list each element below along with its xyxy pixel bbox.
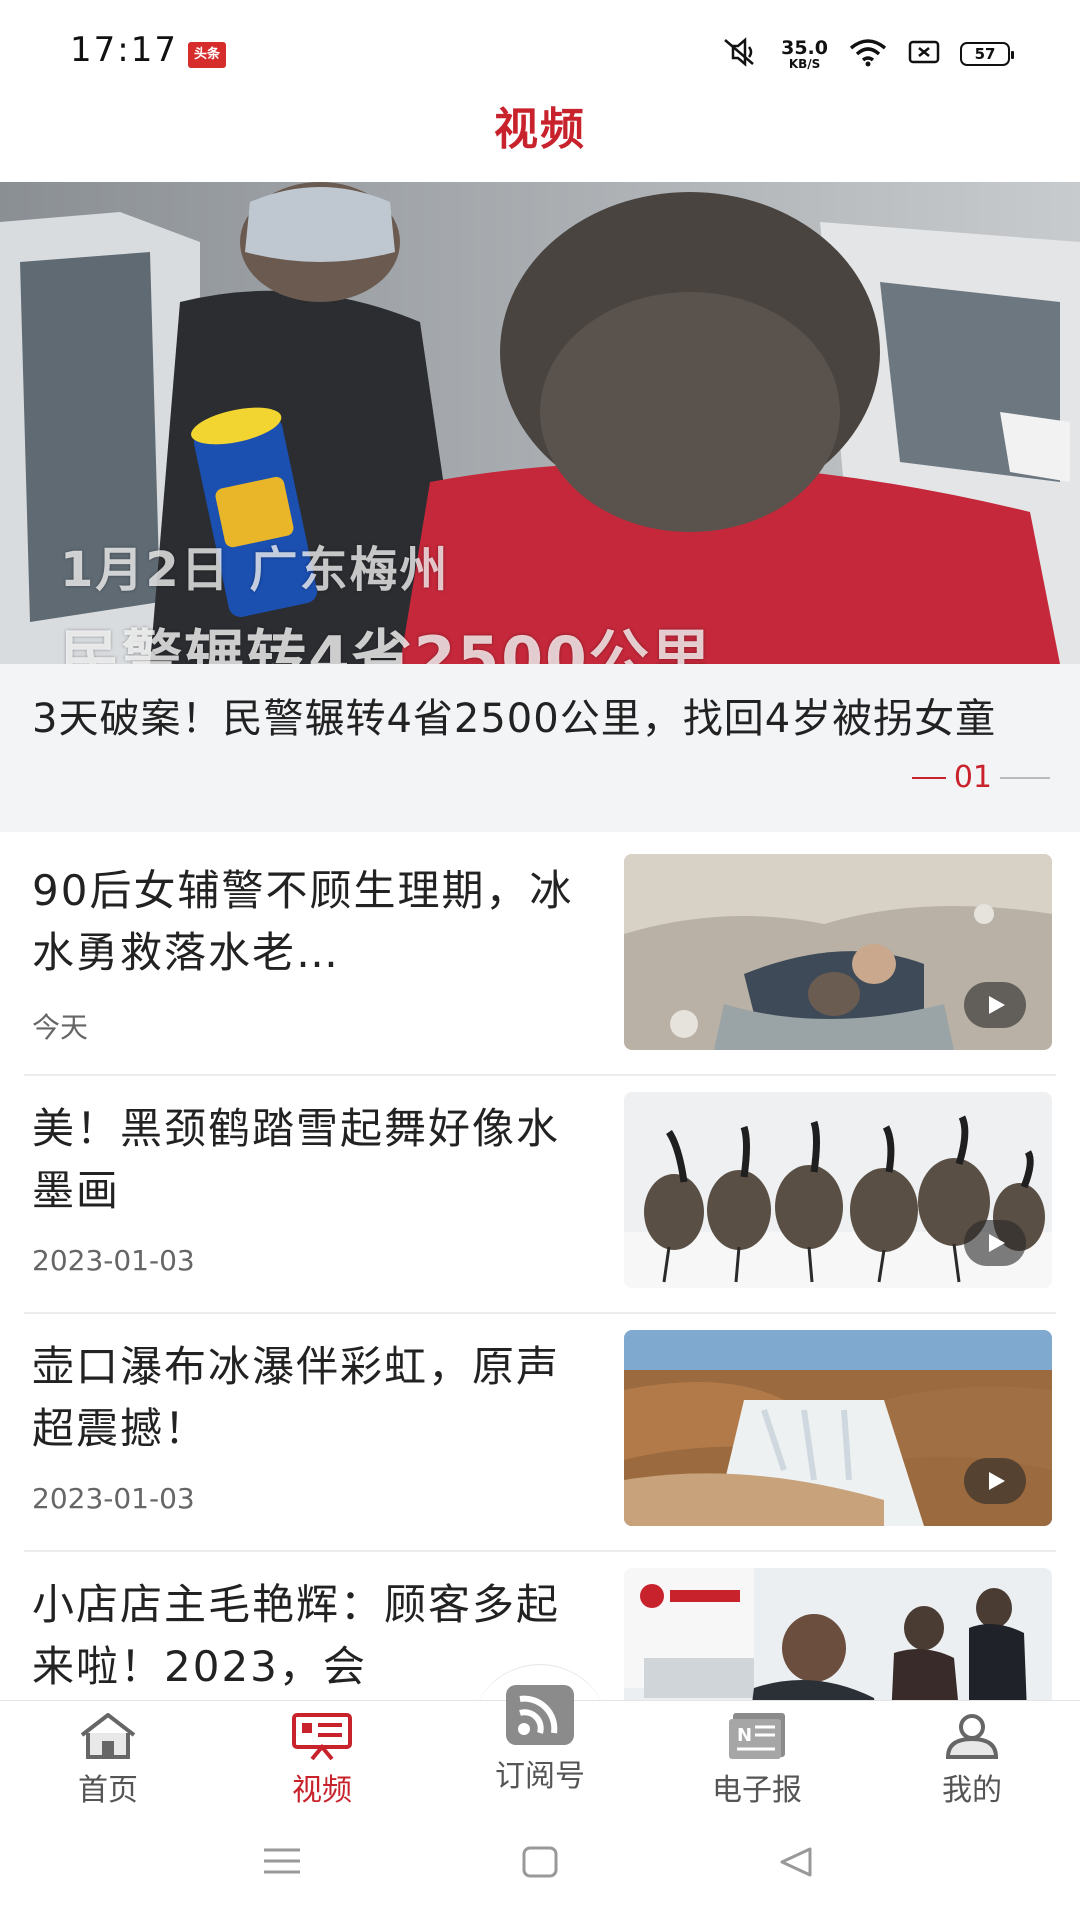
mute-icon	[721, 36, 761, 72]
page-header: 视频	[0, 100, 1080, 182]
play-icon[interactable]	[964, 1220, 1026, 1266]
carousel-index-number: 01	[953, 760, 992, 795]
nav-label: 首页	[78, 1773, 138, 1808]
play-icon[interactable]	[964, 1458, 1026, 1504]
news-title[interactable]: 美！黑颈鹤踏雪起舞好像水墨画	[32, 1098, 592, 1222]
nav-item-subscriptions[interactable]: 订阅号	[465, 1683, 615, 1795]
app-notification-badge: 头条	[188, 42, 226, 68]
featured-carousel-index: 01	[911, 760, 1050, 795]
battery-icon: 57	[960, 42, 1014, 66]
nav-item-video[interactable]: 视频	[247, 1711, 397, 1809]
news-date: 2023-01-03	[32, 1482, 195, 1515]
nav-label: 我的	[942, 1773, 1002, 1808]
system-nav-bar	[0, 1810, 1080, 1920]
featured-image-caption-line1: 1月2日 广东梅州	[60, 542, 450, 598]
svg-text:N: N	[737, 1725, 752, 1746]
status-bar: 17:17 头条 35.0 KB/S 57	[0, 0, 1080, 100]
news-date: 2023-01-03	[32, 1244, 195, 1277]
home-icon	[33, 1711, 183, 1761]
news-thumbnail[interactable]	[624, 854, 1052, 1050]
news-title[interactable]: 90后女辅警不顾生理期，冰水勇救落水老…	[32, 860, 592, 984]
status-icons: 35.0 KB/S 57	[721, 34, 1014, 74]
nav-label: 视频	[292, 1773, 352, 1808]
featured-title[interactable]: 3天破案！民警辗转4省2500公里，找回4岁被拐女童	[32, 692, 1052, 746]
nav-label: 电子报	[712, 1773, 802, 1808]
nav-label: 订阅号	[495, 1759, 585, 1794]
news-title[interactable]: 壶口瀑布冰瀑伴彩虹，原声超震撼！	[32, 1336, 592, 1460]
play-icon[interactable]	[964, 982, 1026, 1028]
page-title: 视频	[494, 104, 586, 155]
net-speed: 35.0 KB/S	[781, 36, 828, 71]
news-list: 90后女辅警不顾生理期，冰水勇救落水老… 今天 美！黑颈鹤踏雪起舞好像水墨画 2…	[0, 838, 1080, 1790]
nav-item-e-newspaper[interactable]: N 电子报	[682, 1711, 832, 1809]
featured-image-caption-line2: 民警辗转4省2500公里	[60, 624, 713, 664]
menu-icon[interactable]	[262, 1846, 302, 1880]
featured-video-card[interactable]: 1月2日 广东梅州 民警辗转4省2500公里 3天破案！民警辗转4省2500公里…	[0, 182, 1080, 832]
newspaper-icon: N	[682, 1711, 832, 1761]
news-item[interactable]: 壶口瀑布冰瀑伴彩虹，原声超震撼！ 2023-01-03	[24, 1314, 1056, 1552]
nav-item-profile[interactable]: 我的	[897, 1711, 1047, 1809]
bottom-nav: 首页 视频 订阅号 N 电子报 我的	[0, 1685, 1080, 1810]
status-time: 17:17	[70, 30, 178, 70]
news-thumbnail[interactable]	[624, 1330, 1052, 1526]
home-button-icon[interactable]	[522, 1846, 558, 1882]
news-item[interactable]: 90后女辅警不顾生理期，冰水勇救落水老… 今天	[24, 838, 1056, 1076]
wifi-icon	[848, 37, 888, 71]
rss-icon	[465, 1683, 615, 1747]
video-icon	[247, 1711, 397, 1761]
news-date: 今天	[32, 1011, 89, 1044]
back-icon[interactable]	[778, 1846, 814, 1882]
news-item[interactable]: 美！黑颈鹤踏雪起舞好像水墨画 2023-01-03	[24, 1076, 1056, 1314]
nav-item-home[interactable]: 首页	[33, 1711, 183, 1809]
news-thumbnail[interactable]	[624, 1092, 1052, 1288]
sim-icon	[908, 39, 940, 69]
user-icon	[897, 1711, 1047, 1761]
featured-video-thumbnail[interactable]: 1月2日 广东梅州 民警辗转4省2500公里	[0, 182, 1080, 664]
